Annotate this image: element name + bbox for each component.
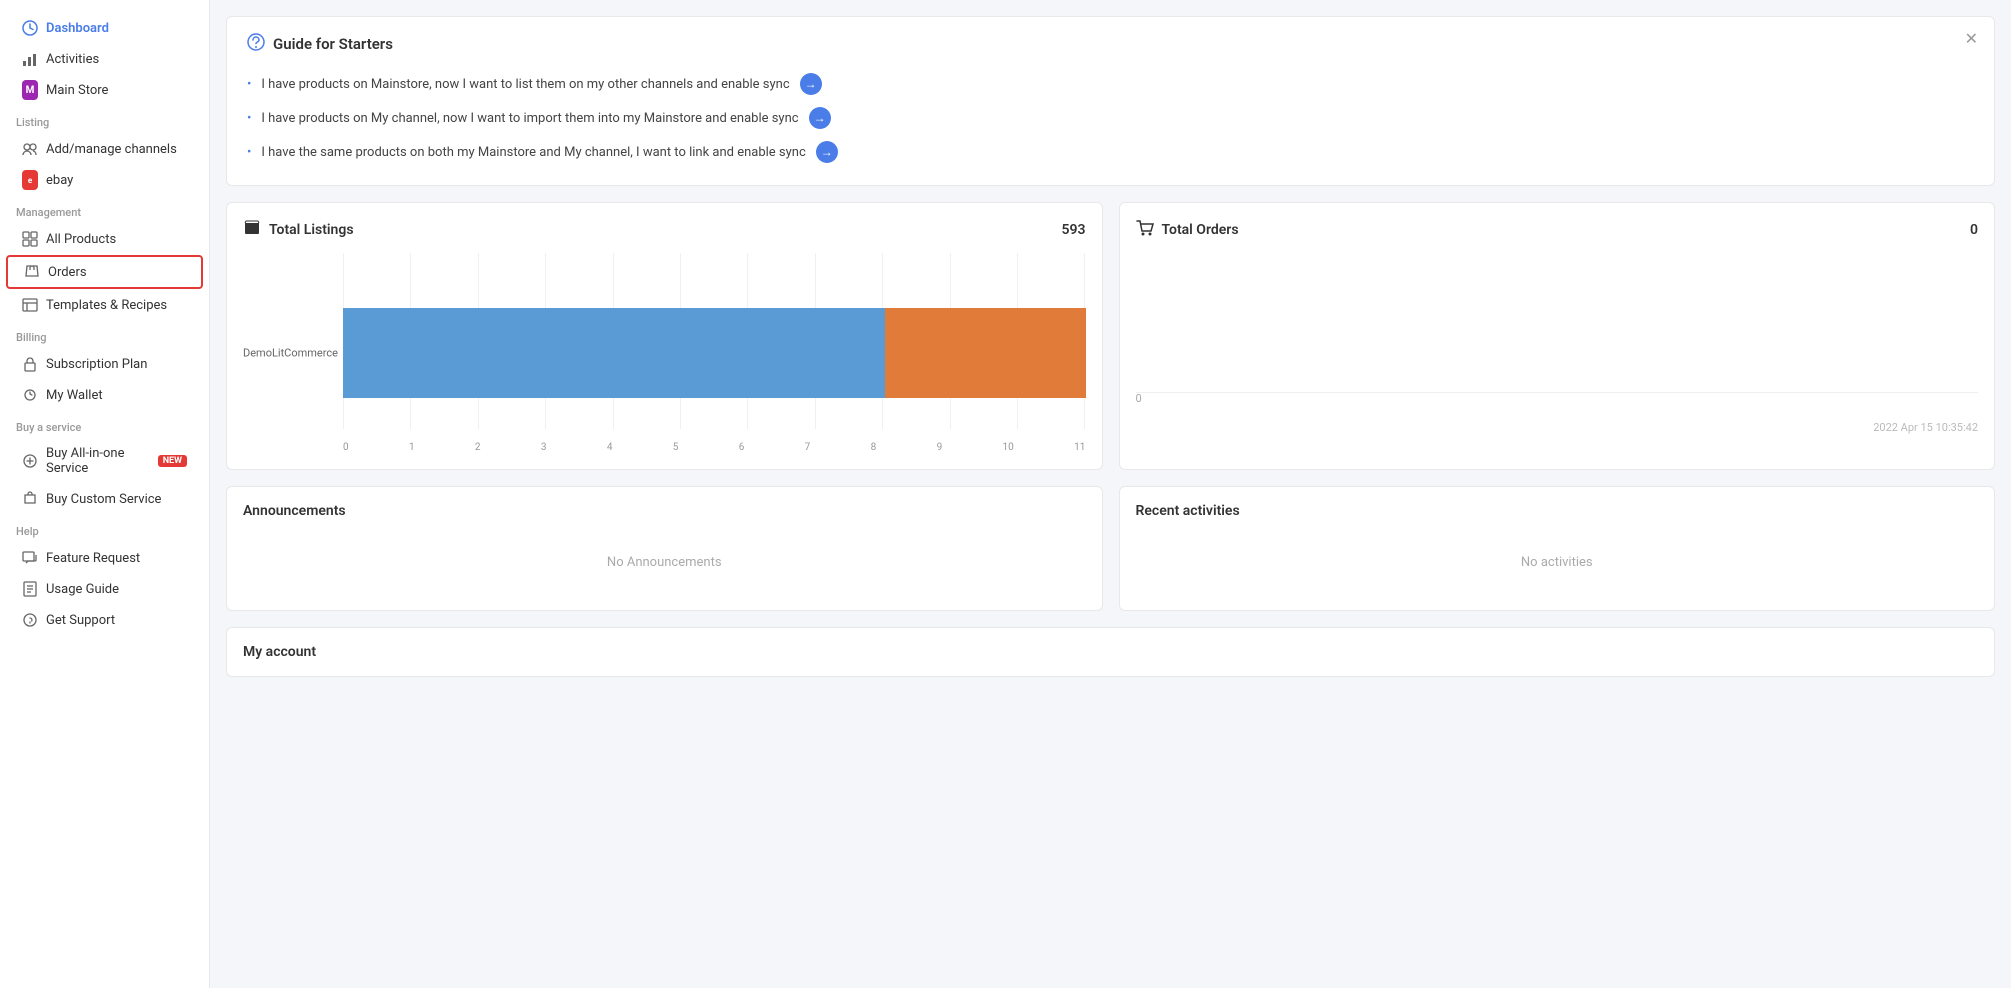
announcements-title: Announcements — [243, 503, 1086, 519]
buy-custom-icon — [22, 491, 38, 507]
my-account-title: My account — [243, 644, 1978, 660]
wallet-icon — [22, 387, 38, 403]
ebay-label: ebay — [46, 173, 73, 188]
buy-service-section-label: Buy a service — [0, 411, 209, 438]
add-channels-icon — [22, 141, 38, 157]
main-store-icon: M — [22, 82, 38, 98]
feature-request-label: Feature Request — [46, 551, 140, 566]
new-badge: NEW — [158, 455, 187, 467]
all-products-icon — [22, 231, 38, 247]
buy-custom-label: Buy Custom Service — [46, 492, 161, 507]
usage-guide-label: Usage Guide — [46, 582, 119, 597]
total-listings-header: Total Listings 593 — [243, 219, 1086, 241]
orders-timestamp: 2022 Apr 15 10:35:42 — [1136, 421, 1979, 434]
templates-label: Templates & Recipes — [46, 298, 167, 313]
guide-arrow-3[interactable]: → — [816, 141, 838, 163]
total-listings-count: 593 — [1062, 222, 1086, 238]
sidebar-item-ebay[interactable]: e ebay — [6, 165, 203, 195]
total-listings-icon — [243, 219, 261, 241]
billing-section-label: Billing — [0, 321, 209, 348]
sidebar-item-usage-guide[interactable]: Usage Guide — [6, 574, 203, 604]
guide-arrow-1[interactable]: → — [800, 73, 822, 95]
sidebar-main-store-label: Main Store — [46, 83, 108, 98]
chart-x-axis: 01234567891011 — [343, 442, 1086, 453]
total-listings-card: Total Listings 593 — [226, 202, 1103, 470]
feature-request-icon — [22, 550, 38, 566]
orders-label: Orders — [48, 265, 87, 280]
sidebar-item-wallet[interactable]: My Wallet — [6, 380, 203, 410]
bar-orange — [885, 308, 1085, 398]
buy-all-in-one-label: Buy All-in-one Service — [46, 446, 146, 476]
subscription-icon — [22, 356, 38, 372]
bottom-row: Announcements No Announcements Recent ac… — [226, 486, 1995, 611]
guide-banner: Guide for Starters I have products on Ma… — [226, 16, 1995, 186]
sidebar-item-subscription[interactable]: Subscription Plan — [6, 349, 203, 379]
sidebar-item-main-store[interactable]: M Main Store — [6, 75, 203, 105]
help-section-label: Help — [0, 515, 209, 542]
sidebar-item-templates[interactable]: Templates & Recipes — [6, 290, 203, 320]
announcements-card: Announcements No Announcements — [226, 486, 1103, 611]
chart-y-label: DemoLitCommerce — [243, 347, 338, 360]
sidebar-item-get-support[interactable]: Get Support — [6, 605, 203, 635]
guide-item-3: I have the same products on both my Main… — [247, 135, 1974, 169]
all-products-label: All Products — [46, 232, 116, 247]
listing-section-label: Listing — [0, 106, 209, 133]
wallet-label: My Wallet — [46, 388, 103, 403]
subscription-label: Subscription Plan — [46, 357, 147, 372]
total-orders-title: Total Orders — [1136, 219, 1239, 241]
bar-blue — [343, 308, 885, 398]
guide-item-2: I have products on My channel, now I wan… — [247, 101, 1974, 135]
recent-activities-empty: No activities — [1136, 531, 1979, 594]
my-account-card: My account — [226, 627, 1995, 677]
sidebar: Dashboard Activities M Main Store Listin… — [0, 0, 210, 988]
sidebar-item-dashboard[interactable]: Dashboard — [6, 13, 203, 43]
sidebar-item-add-manage-channels[interactable]: Add/manage channels — [6, 134, 203, 164]
guide-arrow-2[interactable]: → — [809, 107, 831, 129]
guide-title: Guide for Starters — [247, 33, 1974, 55]
announcements-empty: No Announcements — [243, 531, 1086, 594]
total-orders-count: 0 — [1970, 222, 1978, 238]
get-support-label: Get Support — [46, 613, 115, 628]
listings-chart: DemoLitCommerce 01234567891011 — [243, 253, 1086, 453]
sidebar-dashboard-label: Dashboard — [46, 21, 109, 36]
sidebar-item-all-products[interactable]: All Products — [6, 224, 203, 254]
dashboard-icon — [22, 20, 38, 36]
main-content: Guide for Starters I have products on Ma… — [210, 0, 2011, 988]
total-listings-title: Total Listings — [243, 219, 354, 241]
total-orders-card: Total Orders 0 0 2022 Apr 15 10:35:42 — [1119, 202, 1996, 470]
sidebar-item-buy-custom[interactable]: Buy Custom Service — [6, 484, 203, 514]
total-orders-icon — [1136, 219, 1154, 241]
sidebar-item-activities[interactable]: Activities — [6, 44, 203, 74]
total-orders-header: Total Orders 0 — [1136, 219, 1979, 241]
guide-close-button[interactable]: ✕ — [1965, 29, 1978, 48]
sidebar-item-orders[interactable]: Orders — [6, 255, 203, 289]
sidebar-activities-label: Activities — [46, 52, 99, 67]
add-channels-label: Add/manage channels — [46, 142, 177, 157]
orders-icon — [24, 264, 40, 280]
management-section-label: Management — [0, 196, 209, 223]
sidebar-item-feature-request[interactable]: Feature Request — [6, 543, 203, 573]
activities-icon — [22, 51, 38, 67]
get-support-icon — [22, 612, 38, 628]
charts-row: Total Listings 593 — [226, 202, 1995, 470]
recent-activities-title: Recent activities — [1136, 503, 1979, 519]
sidebar-item-buy-all-in-one[interactable]: Buy All-in-one Service NEW — [6, 439, 203, 483]
guide-item-1: I have products on Mainstore, now I want… — [247, 67, 1974, 101]
buy-all-in-one-icon — [22, 453, 38, 469]
guide-icon — [247, 33, 265, 55]
usage-guide-icon — [22, 581, 38, 597]
ebay-icon: e — [22, 172, 38, 188]
templates-icon — [22, 297, 38, 313]
recent-activities-card: Recent activities No activities — [1119, 486, 1996, 611]
